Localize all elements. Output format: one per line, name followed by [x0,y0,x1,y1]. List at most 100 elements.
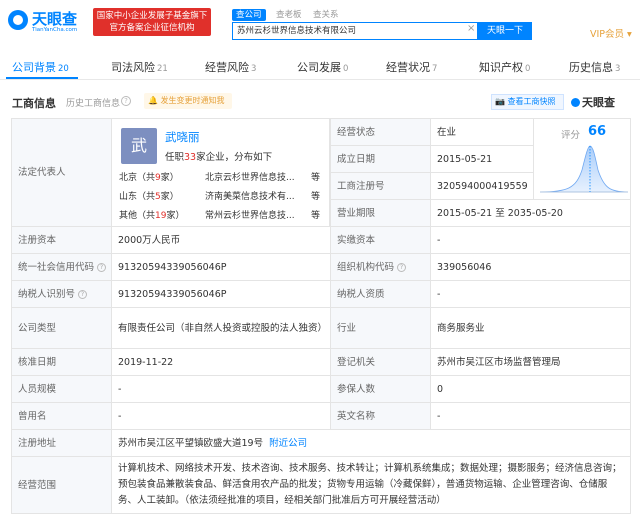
tab-count: 20 [58,64,69,74]
region-company[interactable]: 常州云杉世界信息技... [205,208,295,221]
org-code-label-text: 组织机构代码 [337,261,395,273]
status-label: 经营状态 [330,118,431,146]
tab-label: 经营状况 [386,61,430,74]
former-name-label: 曾用名 [11,402,112,430]
tab-business-status[interactable]: 经营状况 7 [386,59,437,75]
section-title: 工商信息 [12,97,56,110]
taxpayer-id-label: 纳税人识别号? [11,280,112,308]
region-name: 北京（共 [119,173,156,183]
gov-badge-line2: 官方备案企业征信机构 [109,23,195,33]
address-text: 苏州市吴江区平望镇欧盛大道19号 [118,437,264,449]
regno-value: 320594000419559 [430,172,534,200]
region-company[interactable]: 济南美菜信息技术有... [205,189,295,202]
score-label: 评分 [561,130,581,141]
rep-name-link[interactable]: 武晓丽 [165,129,200,145]
taxpayer-id-label-text: 纳税人识别号 [18,288,76,300]
tab-count: 0 [525,64,531,74]
tab-operating-risk[interactable]: 经营风险 3 [205,59,256,75]
regno-label: 工商注册号 [330,172,431,200]
avatar[interactable]: 武 [121,128,157,164]
staff-size-label: 人员规模 [11,375,112,403]
rep-label: 法定代表人 [11,118,112,227]
logo-subtext: TianYanCha.com [32,27,78,33]
term-label: 营业期限 [330,199,431,227]
history-link[interactable]: 历史工商信息 [66,96,120,109]
staff-size-value: - [111,375,331,403]
gov-badge: 国家中小企业发展子基金旗下 官方备案企业征信机构 [93,8,211,36]
region-company[interactable]: 北京云杉世界信息技... [205,170,295,183]
brand-text: 天眼查 [582,96,615,109]
vip-menu[interactable]: VIP会员 ▾ [590,26,632,40]
region-suffix: 等 [311,211,321,221]
org-code-label: 组织机构代码? [330,253,431,281]
active-tab-indicator [6,77,78,79]
scope-value: 计算机技术、网络技术开发、技术咨询、技术服务、技术转让；计算机系统集成；数据处理… [111,456,631,514]
region-name: 其他（共 [119,211,156,221]
paid-capital-label: 实缴资本 [330,226,431,254]
tianyancha-logo[interactable]: 天眼查 TianYanCha.com [8,8,88,36]
region-name: 山东（共 [119,192,156,202]
nearby-companies-link[interactable]: 附近公司 [269,437,307,450]
search-tab-boss[interactable]: 查老板 [272,9,306,21]
reg-capital-value: 2000万人民币 [111,226,331,254]
score-value[interactable]: 66 [588,124,606,139]
tab-label: 公司背景 [12,61,56,74]
help-icon[interactable]: ? [121,96,131,106]
tab-history[interactable]: 历史信息 3 [569,59,620,75]
help-icon[interactable]: ? [97,262,107,272]
region-row: 北京（共9家） [119,170,179,183]
address-value: 苏州市吴江区平望镇欧盛大道19号 附近公司 [111,429,631,457]
tab-label: 知识产权 [479,61,523,74]
authority-value: 苏州市吴江区市场监督管理局 [430,348,631,376]
tab-count: 3 [615,64,621,74]
english-name-label: 英文名称 [330,402,431,430]
tab-count: 7 [432,64,438,74]
founded-value: 2015-05-21 [430,145,534,173]
rep-desc: 任职33家企业，分布如下 [165,149,272,163]
tab-count: 21 [157,64,168,74]
tab-label: 经营风险 [205,61,249,74]
clear-icon[interactable]: × [467,23,475,34]
region-end: 家） [160,192,179,202]
rep-desc-num: 33 [184,152,197,163]
tab-ip[interactable]: 知识产权 0 [479,59,530,75]
search-tab-company[interactable]: 查公司 [232,9,266,21]
industry-value: 商务服务业 [430,307,631,349]
approval-date-label: 核准日期 [11,348,112,376]
credit-code-value: 91320594339056046P [111,253,331,281]
search-button[interactable]: 天眼一下 [478,22,532,40]
region-suffix: 等 [311,173,321,183]
region-row: 其他（共19家） [119,208,184,221]
authority-label: 登记机关 [330,348,431,376]
tab-development[interactable]: 公司发展 0 [297,59,348,75]
main-tabs: 公司背景 20 司法风险 21 经营风险 3 公司发展 0 经营状况 7 知识产权 0 历史… [0,54,640,80]
eye-logo-icon [8,10,28,30]
industry-label: 行业 [330,307,431,349]
tab-company-background[interactable]: 公司背景 20 [12,59,69,75]
paid-capital-value: - [430,226,631,254]
tab-judicial-risk[interactable]: 司法风险 21 [111,59,168,75]
rep-desc-pre: 任职 [165,152,185,163]
taxpayer-id-value: 91320594339056046P [111,280,331,308]
english-name-value: - [430,402,631,430]
search-tab-relation[interactable]: 查关系 [309,9,343,21]
search-input[interactable]: 苏州云杉世界信息技术有限公司 [232,22,478,40]
founded-label: 成立日期 [330,145,431,173]
snapshot-button[interactable]: 📷 查看工商快照 [491,94,564,110]
tab-count: 0 [343,64,349,74]
notify-button[interactable]: 🔔 发生变更时通知我 [144,93,232,109]
eye-logo-icon [571,98,580,107]
insured-value: 0 [430,375,631,403]
approval-date-value: 2019-11-22 [111,348,331,376]
score-distribution-chart [539,145,629,193]
scope-label: 经营范围 [11,456,112,514]
tab-label: 历史信息 [569,61,613,74]
brand-watermark: 天眼查 [571,94,615,110]
address-label: 注册地址 [11,429,112,457]
help-icon[interactable]: ? [397,262,407,272]
org-code-value: 339056046 [430,253,631,281]
help-icon[interactable]: ? [78,289,88,299]
rep-desc-post: 家企业，分布如下 [196,152,273,163]
region-count: 19 [155,211,167,221]
credit-code-label: 统一社会信用代码? [11,253,112,281]
